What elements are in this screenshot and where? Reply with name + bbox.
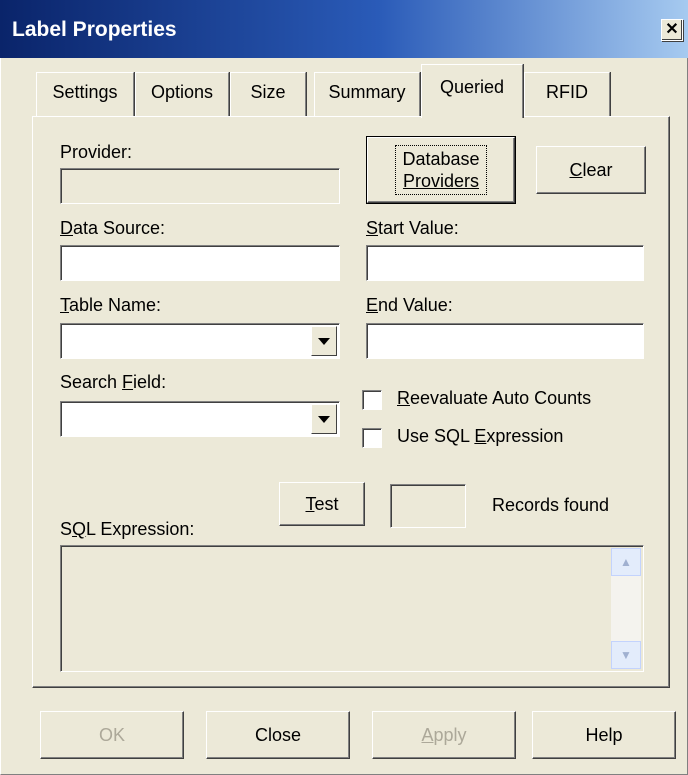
reevaluate-label-text: eevaluate Auto Counts — [410, 388, 592, 408]
use-sql-expression-label[interactable]: Use SQL Expression — [397, 426, 563, 447]
use-sql-label-text: xpression — [486, 426, 564, 446]
database-providers-focus: Database Providers — [395, 145, 487, 195]
tab-summary[interactable]: Summary — [314, 72, 420, 117]
reevaluate-mnemonic: R — [397, 388, 410, 408]
reevaluate-auto-counts-label[interactable]: Reevaluate Auto Counts — [397, 388, 591, 409]
end-value-label: End Value: — [366, 295, 453, 316]
data-source-label-text: ata Source: — [73, 218, 166, 238]
ok-button[interactable]: OK — [40, 711, 184, 759]
provider-label: Provider: — [60, 142, 133, 162]
search-field-mnemonic: F — [122, 372, 134, 392]
sql-expression-textarea: ▲ ▼ — [60, 545, 644, 672]
tab-size[interactable]: Size — [230, 72, 306, 117]
use-sql-expression-checkbox[interactable] — [362, 428, 382, 448]
database-providers-line2: Providers — [402, 171, 480, 191]
help-label: Help — [585, 724, 623, 745]
tab-rfid[interactable]: RFID — [524, 72, 610, 117]
sql-expression-mnemonic: Q — [72, 519, 87, 539]
chevron-down-icon[interactable] — [311, 404, 337, 434]
sql-expression-label-pre: S — [60, 519, 73, 539]
use-sql-mnemonic: E — [474, 426, 487, 446]
end-value-label-text: nd Value: — [378, 295, 453, 315]
end-value-mnemonic: E — [366, 295, 379, 315]
provider-field — [60, 168, 340, 204]
clear-mnemonic: C — [569, 159, 583, 180]
database-providers-button[interactable]: Database Providers — [366, 136, 516, 204]
apply-button[interactable]: Apply — [372, 711, 516, 759]
tab-queried[interactable]: Queried — [421, 64, 523, 118]
close-button[interactable]: Close — [206, 711, 350, 759]
start-value-label-text: tart Value: — [378, 218, 459, 238]
sql-expression-label: SQL Expression: — [60, 519, 194, 540]
scroll-up-arrow-icon[interactable]: ▲ — [611, 548, 641, 576]
search-field-label-pre: Search — [60, 372, 123, 392]
data-source-field[interactable] — [60, 245, 340, 281]
data-source-mnemonic: D — [60, 218, 73, 238]
start-value-label: Start Value: — [366, 218, 459, 239]
sql-expression-scrollbar[interactable]: ▲ ▼ — [611, 548, 641, 669]
search-field-label: Search Field: — [60, 372, 166, 393]
window-title: Label Properties — [12, 18, 177, 41]
sql-expression-label-text: L Expression: — [86, 519, 195, 539]
records-found-count — [390, 484, 466, 528]
apply-mnemonic: A — [421, 724, 434, 745]
start-value-field[interactable] — [366, 245, 644, 281]
test-label: est — [314, 493, 339, 514]
use-sql-label-pre: Use SQL — [397, 426, 475, 446]
end-value-field[interactable] — [366, 323, 644, 359]
tab-options[interactable]: Options — [135, 72, 229, 117]
database-providers-line1: Database — [402, 149, 480, 169]
close-icon: ✕ — [665, 21, 679, 38]
tab-settings[interactable]: Settings — [36, 72, 134, 117]
ok-label: OK — [98, 724, 125, 745]
table-name-label-text: able Name: — [69, 295, 162, 315]
clear-label: lear — [582, 159, 613, 180]
close-window-button[interactable]: ✕ — [661, 19, 683, 41]
table-name-label: Table Name: — [60, 295, 161, 316]
data-source-label: Data Source: — [60, 218, 165, 239]
table-name-dropdown[interactable] — [60, 323, 340, 359]
search-field-label-text: ield: — [133, 372, 167, 392]
apply-label: pply — [433, 724, 467, 745]
table-name-mnemonic: T — [60, 295, 69, 315]
search-field-dropdown[interactable] — [60, 401, 340, 437]
records-found-label: Records found — [492, 495, 610, 515]
clear-button[interactable]: Clear — [536, 146, 646, 194]
test-button[interactable]: Test — [279, 482, 365, 526]
close-label: Close — [254, 724, 302, 745]
help-button[interactable]: Help — [532, 711, 676, 759]
scroll-down-arrow-icon[interactable]: ▼ — [611, 641, 641, 669]
start-value-mnemonic: S — [366, 218, 379, 238]
chevron-down-icon[interactable] — [311, 326, 337, 356]
reevaluate-auto-counts-checkbox[interactable] — [362, 390, 382, 410]
